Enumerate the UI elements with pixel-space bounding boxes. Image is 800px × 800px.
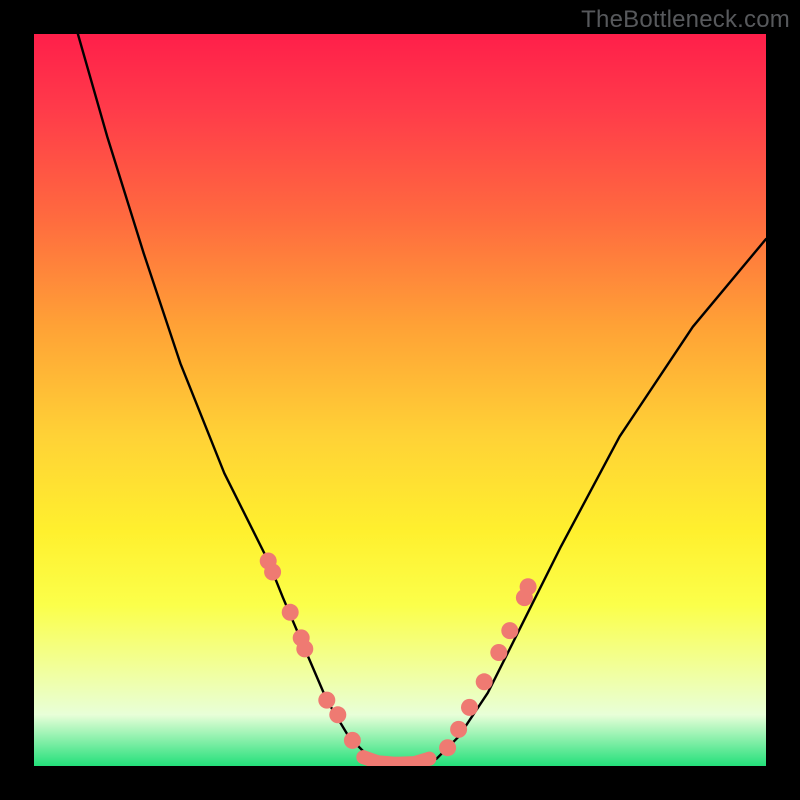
markers-right-point — [501, 622, 518, 639]
markers-right-point — [450, 721, 467, 738]
markers-left-point — [344, 732, 361, 749]
bottleneck-curve — [78, 34, 766, 766]
markers-left-point — [296, 640, 313, 657]
markers-right-point — [461, 699, 478, 716]
markers-left-point — [329, 706, 346, 723]
chart-svg — [34, 34, 766, 766]
markers-right-point — [520, 578, 537, 595]
markers-bottom-point — [356, 750, 370, 764]
markers-right-point — [439, 739, 456, 756]
markers-bottom-point — [422, 752, 436, 766]
markers-right-point — [490, 644, 507, 661]
markers-left-point — [264, 564, 281, 581]
watermark-text: TheBottleneck.com — [581, 6, 790, 34]
markers-right-point — [476, 673, 493, 690]
chart-frame: TheBottleneck.com — [0, 0, 800, 800]
markers-left-point — [282, 604, 299, 621]
plot-area — [34, 34, 766, 766]
markers-left-point — [318, 692, 335, 709]
